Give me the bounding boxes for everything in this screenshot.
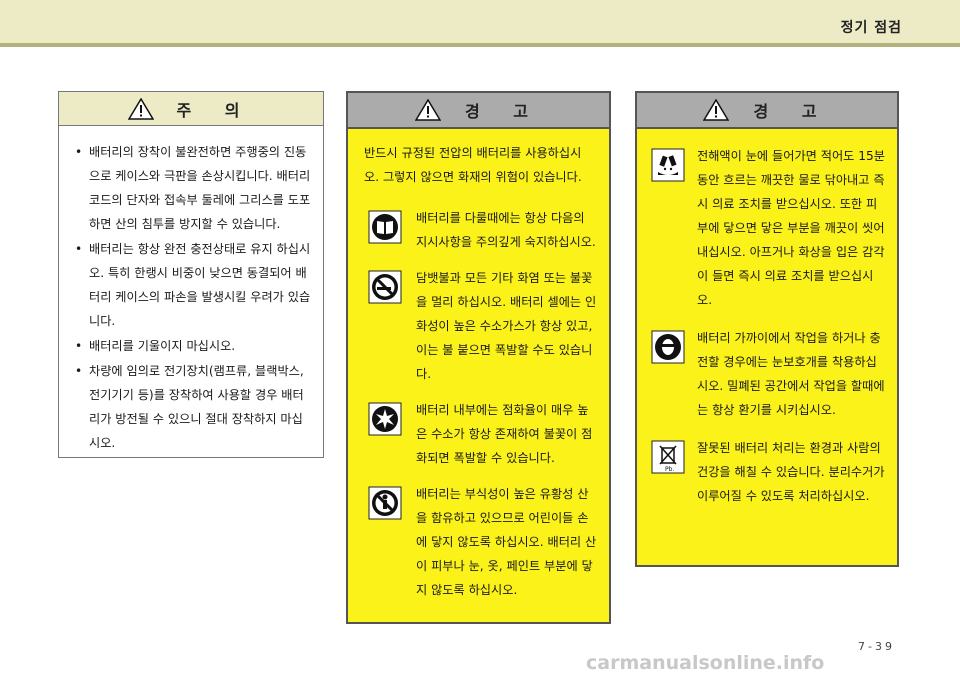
warning-item-text: 배터리는 부식성이 높은 유황성 산을 함유하고 있으므로 어린이들 손에 닿지… <box>416 487 597 597</box>
warning-item: 담뱃불과 모든 기타 화염 또는 불꽃을 멀리 하십시오. 배터리 셀에는 인화… <box>348 266 609 386</box>
warning-item: 배터리 내부에는 점화율이 매우 높은 수소가 항상 존재하여 불꽃이 점화되면… <box>348 398 609 470</box>
warning-triangle-icon <box>414 99 441 121</box>
explosion-icon <box>368 402 402 436</box>
warning-item-text: 배터리 가까이에서 작업을 하거나 충전할 경우에는 눈보호개를 착용하십시오.… <box>697 331 885 417</box>
section-title: 정기 점검 <box>840 20 902 36</box>
manual-icon <box>368 210 402 244</box>
eye-protection-icon <box>651 330 685 364</box>
warning-item-text: 배터리 내부에는 점화율이 매우 높은 수소가 항상 존재하여 불꽃이 점화되면… <box>416 403 593 465</box>
warning-item: 배터리는 부식성이 높은 유황성 산을 함유하고 있으므로 어린이들 손에 닿지… <box>348 482 609 602</box>
list-item: 배터리의 장착이 불완전하면 주행중의 진동으로 케이스와 극판을 손상시킵니다… <box>73 140 313 236</box>
warning-title: 경 고 <box>753 102 831 121</box>
warning-item: 배터리 가까이에서 작업을 하거나 충전할 경우에는 눈보호개를 착용하십시오.… <box>637 326 897 422</box>
list-item: 배터리를 기울이지 마십시오. <box>73 334 313 358</box>
watermark: carmanualsonline.info <box>586 652 825 674</box>
header-rule <box>0 43 960 47</box>
keep-away-children-icon <box>368 486 402 520</box>
no-smoking-icon <box>368 270 402 304</box>
warning-triangle-icon <box>703 99 730 121</box>
page-number: 7-39 <box>858 640 895 653</box>
warning-item: 배터리를 다룰때에는 항상 다음의 지시사항을 주의깊게 숙지하십시오. <box>348 206 609 254</box>
acid-hazard-icon <box>651 148 685 182</box>
warning-title: 경 고 <box>464 102 542 121</box>
warning-header: 경 고 <box>637 93 897 129</box>
header-bar: 정기 점검 <box>0 0 960 43</box>
warning-item-text: 잘못된 배터리 처리는 환경과 사람의 건강을 해칠 수 있습니다. 분리수거가… <box>697 441 885 503</box>
warning-box-1: 경 고 반드시 규정된 전압의 배터리를 사용하십시오. 그렇지 않으면 화재의… <box>346 91 611 624</box>
warning-item-text: 전해액이 눈에 들어가면 적어도 15분 동안 흐르는 깨끗한 물로 닦아내고 … <box>697 149 885 307</box>
warning-box-2: 경 고 전해액이 눈에 들어가면 적어도 15분 동안 흐르는 깨끗한 물로 닦… <box>635 91 899 567</box>
recycle-bin-icon: Pb. <box>651 440 685 474</box>
warning-item: Pb. 잘못된 배터리 처리는 환경과 사람의 건강을 해칠 수 있습니다. 분… <box>637 436 897 508</box>
warning-header: 경 고 <box>348 93 609 129</box>
list-item: 차량에 임의로 전기장치(램프류, 블랙박스, 전기기기 등)를 장착하여 사용… <box>73 359 313 455</box>
warning-item-text: 담뱃불과 모든 기타 화염 또는 불꽃을 멀리 하십시오. 배터리 셀에는 인화… <box>416 271 597 381</box>
warning-item: 전해액이 눈에 들어가면 적어도 15분 동안 흐르는 깨끗한 물로 닦아내고 … <box>637 144 897 312</box>
caution-list: 배터리의 장착이 불완전하면 주행중의 진동으로 케이스와 극판을 손상시킵니다… <box>59 126 323 455</box>
caution-title: 주 의 <box>176 100 254 120</box>
list-item: 배터리는 항상 완전 충전상태로 유지 하십시오. 특히 한랭시 비중이 낮으면… <box>73 237 313 333</box>
recycle-bin-label: Pb. <box>665 466 674 473</box>
caution-box: 주 의 배터리의 장착이 불완전하면 주행중의 진동으로 케이스와 극판을 손상… <box>58 91 324 458</box>
warning-intro: 반드시 규정된 전압의 배터리를 사용하십시오. 그렇지 않으면 화재의 위험이… <box>364 146 582 184</box>
warning-triangle-icon <box>128 97 155 120</box>
caution-header: 주 의 <box>59 92 323 126</box>
warning-item-text: 배터리를 다룰때에는 항상 다음의 지시사항을 주의깊게 숙지하십시오. <box>416 211 596 249</box>
